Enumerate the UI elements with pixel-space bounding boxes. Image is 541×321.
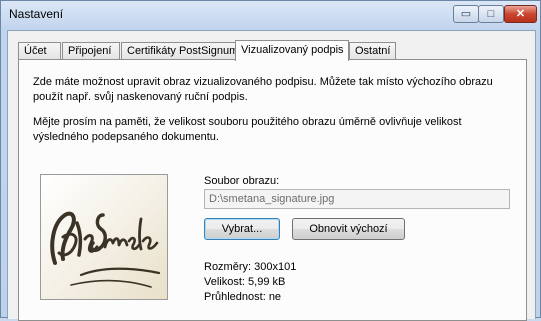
tab-connection[interactable]: Připojení [62,42,120,60]
transparency-text: Průhlednost: ne [204,291,282,303]
intro-text-line1: Zde máte možnost upravit obraz vizualizo… [33,76,493,88]
intro-text-line2: použít např. svůj naskenovaný ruční podp… [33,91,248,103]
tab-certificates[interactable]: Certifikáty PostSignum [121,42,238,60]
dialog-client-area: Účet Připojení Certifikáty PostSignum Vi… [7,30,536,321]
tab-other[interactable]: Ostatní [349,42,396,60]
minimize-button[interactable]: ▭ [453,5,479,23]
maximize-button[interactable]: □ [478,5,504,23]
signature-image [41,175,167,299]
close-icon: ✕ [515,7,526,20]
visual-signature-panel: Zde máte možnost upravit obraz vizualizo… [18,59,527,321]
choose-button[interactable]: Vybrat... [204,218,280,240]
settings-window: Nastavení ▭ □ ✕ Účet Připojení Certifiká… [0,0,541,321]
tab-account[interactable]: Účet [18,42,61,60]
tab-visual-signature[interactable]: Vizualizovaný podpis [235,40,349,61]
file-label: Soubor obrazu: [204,175,280,187]
signature-preview [40,174,168,300]
note-text-line2: výsledného podepsaného dokumentu. [33,131,219,143]
dimensions-text: Rozměry: 300x101 [204,261,297,273]
minimize-icon: ▭ [460,7,472,20]
file-path-field[interactable]: D:\smetana_signature.jpg [204,189,510,209]
note-text-line1: Mějte prosím na paměti, že velikost soub… [33,116,462,128]
window-title: Nastavení [9,7,64,21]
title-bar[interactable]: Nastavení ▭ □ ✕ [1,1,540,29]
close-button[interactable]: ✕ [504,5,537,23]
reset-default-button[interactable]: Obnovit výchozí [292,218,405,240]
size-text: Velikost: 5,99 kB [204,276,286,288]
maximize-icon: □ [487,7,495,20]
